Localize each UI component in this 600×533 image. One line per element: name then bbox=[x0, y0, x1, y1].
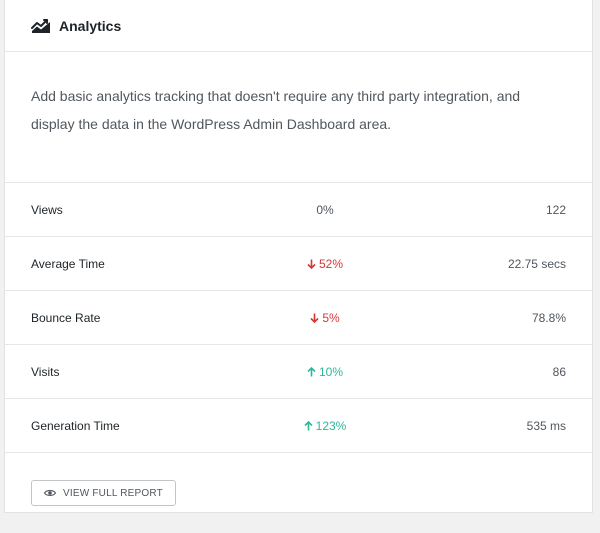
stat-label: Views bbox=[31, 202, 63, 217]
stat-label: Bounce Rate bbox=[31, 310, 101, 325]
stat-change: 5% bbox=[261, 311, 389, 325]
stat-change: 123% bbox=[261, 419, 389, 433]
stat-change-value: 52% bbox=[318, 256, 344, 271]
stat-change-value: 0% bbox=[316, 202, 334, 217]
stat-change-value: 123% bbox=[315, 418, 347, 433]
widget-title: Analytics bbox=[59, 17, 122, 34]
stat-value: 78.8% bbox=[531, 310, 566, 325]
view-full-report-label: VIEW FULL REPORT bbox=[63, 487, 163, 499]
stat-value: 22.75 secs bbox=[507, 256, 566, 271]
stats-row-generation-time: Generation Time 123% 535 ms bbox=[5, 399, 592, 453]
stats-row-visits: Visits 10% 86 bbox=[5, 345, 592, 399]
arrow-down-icon bbox=[307, 259, 316, 269]
stat-change-value: 5% bbox=[322, 310, 340, 325]
stat-value: 122 bbox=[545, 202, 566, 217]
widget-description: Add basic analytics tracking that doesn'… bbox=[5, 52, 592, 183]
stat-change: 10% bbox=[261, 365, 389, 379]
arrow-up-icon bbox=[304, 420, 313, 430]
analytics-chart-icon bbox=[31, 18, 50, 33]
arrow-down-icon bbox=[310, 313, 319, 323]
stat-change: 0% bbox=[261, 203, 389, 217]
widget-header: Analytics bbox=[5, 0, 592, 52]
stat-value: 535 ms bbox=[526, 418, 566, 433]
stat-change-value: 10% bbox=[318, 364, 344, 379]
stat-change: 52% bbox=[261, 257, 389, 271]
view-full-report-button[interactable]: VIEW FULL REPORT bbox=[31, 480, 176, 506]
stats-row-bounce-rate: Bounce Rate 5% 78.8% bbox=[5, 291, 592, 345]
stats-row-average-time: Average Time 52% 22.75 secs bbox=[5, 237, 592, 291]
stat-label: Visits bbox=[31, 364, 60, 379]
stat-value: 86 bbox=[552, 364, 566, 379]
widget-footer: VIEW FULL REPORT bbox=[5, 453, 592, 533]
stats-row-views: Views 0% 122 bbox=[5, 183, 592, 237]
stat-label: Average Time bbox=[31, 256, 105, 271]
analytics-widget: Analytics Add basic analytics tracking t… bbox=[4, 0, 593, 513]
eye-icon bbox=[44, 490, 56, 496]
stat-label: Generation Time bbox=[31, 418, 120, 433]
stats-table: Views 0% 122 Average Time 52% 22.75 secs… bbox=[5, 183, 592, 453]
arrow-up-icon bbox=[307, 366, 316, 376]
